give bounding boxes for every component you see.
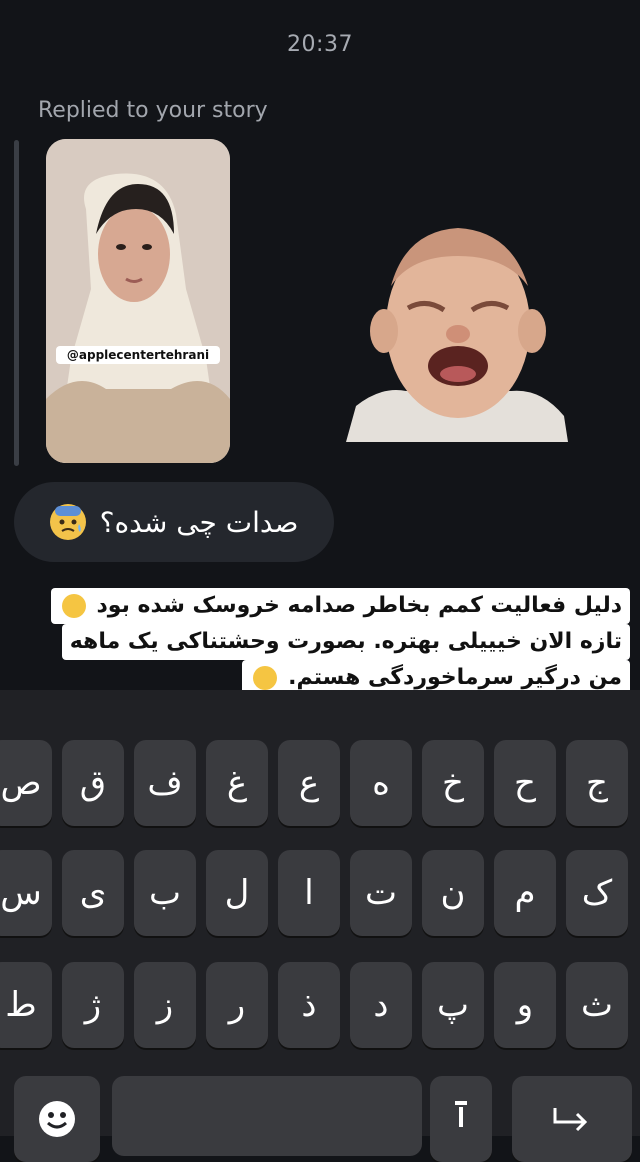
caption-text-3: من درگیر سرماخوردگی هستم. [288, 665, 622, 690]
reply-indicator-bar [14, 140, 19, 466]
story-photo [46, 139, 230, 463]
punctuation-icon [455, 1101, 467, 1127]
key[interactable]: ذ [278, 962, 340, 1048]
key[interactable]: س [0, 850, 52, 936]
key[interactable]: ح [494, 740, 556, 826]
return-arrow-icon [553, 1108, 588, 1132]
key[interactable]: ن [422, 850, 484, 936]
key[interactable]: ه [350, 740, 412, 826]
story-thumbnail[interactable]: @applecentertehrani [46, 139, 230, 463]
pleading-face-emoji-icon [253, 666, 278, 690]
key[interactable]: پ [422, 962, 484, 1048]
key[interactable]: ک [566, 850, 628, 936]
return-key[interactable] [512, 1076, 632, 1162]
key[interactable]: ژ [62, 962, 124, 1048]
anxious-face-emoji-icon [49, 504, 86, 540]
key[interactable]: ق [62, 740, 124, 826]
message-bubble[interactable]: صدات چی شده؟ [14, 482, 334, 562]
caption-text-1: دلیل فعالیت کمم بخاطر صدامه خروسک شده بو… [96, 593, 623, 618]
space-key[interactable] [112, 1076, 422, 1156]
pleading-face-emoji-icon [61, 594, 86, 618]
key[interactable]: ط [0, 962, 52, 1048]
key[interactable]: ث [566, 962, 628, 1048]
key[interactable]: ص [0, 740, 52, 826]
key[interactable]: ر [206, 962, 268, 1048]
key[interactable]: ج [566, 740, 628, 826]
key[interactable]: ی [62, 850, 124, 936]
key[interactable]: و [494, 962, 556, 1048]
key[interactable]: خ [422, 740, 484, 826]
key[interactable]: ف [134, 740, 196, 826]
key[interactable]: م [494, 850, 556, 936]
caption-line-1: دلیل فعالیت کمم بخاطر صدامه خروسک شده بو… [50, 588, 630, 624]
punctuation-key[interactable] [430, 1076, 492, 1162]
message-text: صدات چی شده؟ [99, 505, 299, 539]
key[interactable]: ب [134, 850, 196, 936]
key[interactable]: ع [278, 740, 340, 826]
story-mention-tag: @applecentertehrani [56, 346, 220, 364]
timestamp: 20:37 [287, 32, 353, 57]
emoji-key[interactable] [14, 1076, 100, 1162]
key[interactable]: ل [206, 850, 268, 936]
key[interactable]: غ [206, 740, 268, 826]
key[interactable]: ز [134, 962, 196, 1048]
key[interactable]: د [350, 962, 412, 1048]
smiley-face-icon [39, 1101, 75, 1137]
crying-baby-sticker [346, 228, 568, 442]
caption-line-2: تازه الان خیییلی بهتره. بصورت وحشتناکی ی… [61, 624, 630, 660]
key[interactable]: ا [278, 850, 340, 936]
caption-text-2: تازه الان خیییلی بهتره. بصورت وحشتناکی ی… [69, 629, 622, 654]
key[interactable]: ت [350, 850, 412, 936]
reply-label: Replied to your story [38, 98, 268, 123]
